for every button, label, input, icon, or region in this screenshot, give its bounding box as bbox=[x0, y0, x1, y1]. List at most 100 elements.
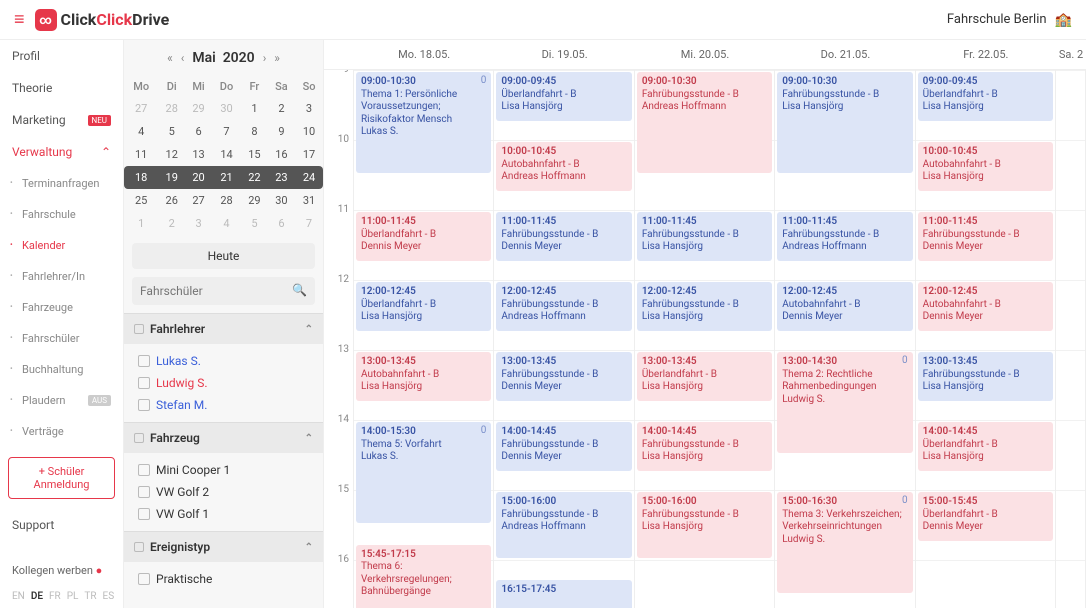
lang-de[interactable]: DE bbox=[31, 591, 43, 602]
calendar-event[interactable]: 09:00-09:45Überlandfahrt - BLisa Hansjör… bbox=[496, 72, 631, 121]
filter-item[interactable]: Praktische bbox=[128, 568, 319, 590]
mini-day[interactable]: 29 bbox=[185, 97, 212, 120]
mini-day[interactable]: 2 bbox=[268, 97, 295, 120]
nav-fahrschule[interactable]: Fahrschule bbox=[0, 199, 123, 230]
nav-kalender[interactable]: Kalender bbox=[0, 230, 123, 261]
day-column[interactable] bbox=[1056, 70, 1086, 608]
acc-teachers-header[interactable]: Fahrlehrer ⌃ bbox=[124, 313, 323, 344]
mini-day[interactable]: 16 bbox=[268, 143, 295, 166]
day-header[interactable]: Do. 21.05. bbox=[775, 40, 915, 69]
calendar-event[interactable]: 15:00-15:45Überlandfahrt - BDennis Meyer bbox=[918, 492, 1053, 541]
calendar-event[interactable]: 14:00-14:45Fahrübungsstunde - BLisa Hans… bbox=[637, 422, 772, 471]
nav-theorie[interactable]: Theorie bbox=[0, 72, 123, 104]
mini-day[interactable]: 24 bbox=[295, 166, 323, 189]
filter-item[interactable]: Stefan M. bbox=[128, 394, 319, 416]
mini-day[interactable]: 3 bbox=[185, 212, 212, 235]
mini-day[interactable]: 1 bbox=[241, 97, 268, 120]
calendar-event[interactable]: 13:00-13:45Fahrübungsstunde - BDennis Me… bbox=[496, 352, 631, 401]
jump-next-icon[interactable]: » bbox=[274, 51, 280, 65]
calendar-event[interactable]: 09:00-10:30Fahrübungsstunde - BLisa Hans… bbox=[777, 72, 912, 173]
lang-pl[interactable]: PL bbox=[67, 591, 79, 602]
calendar-event[interactable]: 13:00-13:45Autobahnfahrt - BLisa Hansjör… bbox=[356, 352, 491, 401]
calendar-event[interactable]: 12:00-12:45Fahrübungsstunde - BAndreas H… bbox=[496, 282, 631, 331]
next-month-icon[interactable]: › bbox=[263, 51, 267, 65]
day-column[interactable]: 09:00-10:30Thema 1: Persönliche Vorausse… bbox=[354, 70, 494, 608]
day-column[interactable]: 09:00-10:30Fahrübungsstunde - BLisa Hans… bbox=[775, 70, 915, 608]
day-header[interactable]: Fr. 22.05. bbox=[916, 40, 1056, 69]
mini-day[interactable]: 27 bbox=[185, 189, 212, 212]
mini-day[interactable]: 30 bbox=[212, 97, 241, 120]
lang-tr[interactable]: TR bbox=[84, 591, 96, 602]
calendar-event[interactable]: 16:15-17:45 bbox=[496, 580, 631, 608]
calendar-event[interactable]: 09:00-09:45Überlandfahrt - BLisa Hansjör… bbox=[918, 72, 1053, 121]
nav-terminanfragen[interactable]: Terminanfragen bbox=[0, 168, 123, 199]
nav-verwaltung[interactable]: Verwaltung ⌃ bbox=[0, 136, 123, 168]
menu-icon[interactable]: ≡ bbox=[14, 9, 25, 30]
nav-fahrzeuge[interactable]: Fahrzeuge bbox=[0, 292, 123, 323]
calendar-event[interactable]: 11:00-11:45Fahrübungsstunde - BDennis Me… bbox=[918, 212, 1053, 261]
today-button[interactable]: Heute bbox=[132, 243, 315, 269]
day-header[interactable]: Mi. 20.05. bbox=[635, 40, 775, 69]
calendar-event[interactable]: 13:00-13:45Überlandfahrt - BLisa Hansjör… bbox=[637, 352, 772, 401]
mini-day[interactable]: 26 bbox=[158, 189, 185, 212]
mini-day[interactable]: 11 bbox=[124, 143, 158, 166]
calendar-event[interactable]: 14:00-14:45Überlandfahrt - BLisa Hansjör… bbox=[918, 422, 1053, 471]
mini-day[interactable]: 28 bbox=[212, 189, 241, 212]
calendar-event[interactable]: 12:00-12:45Autobahnfahrt - BDennis Meyer bbox=[777, 282, 912, 331]
student-search-input[interactable] bbox=[132, 277, 315, 305]
mini-day[interactable]: 21 bbox=[212, 166, 241, 189]
mini-day[interactable]: 2 bbox=[158, 212, 185, 235]
calendar-event[interactable]: 09:00-10:30Thema 1: Persönliche Vorausse… bbox=[356, 72, 491, 173]
acc-evtype-header[interactable]: Ereignistyp ⌃ bbox=[124, 531, 323, 562]
mini-day[interactable]: 1 bbox=[124, 212, 158, 235]
lang-en[interactable]: EN bbox=[12, 591, 25, 602]
mini-day[interactable]: 7 bbox=[212, 120, 241, 143]
filter-item[interactable]: Ludwig S. bbox=[128, 372, 319, 394]
mini-day[interactable]: 5 bbox=[241, 212, 268, 235]
calendar-event[interactable]: 15:00-16:30Thema 3: Verkehrszeichen; Ver… bbox=[777, 492, 912, 593]
mini-day[interactable]: 22 bbox=[241, 166, 268, 189]
mini-day[interactable]: 13 bbox=[185, 143, 212, 166]
calendar-event[interactable]: 12:00-12:45Autobahnfahrt - BDennis Meyer bbox=[918, 282, 1053, 331]
mini-day[interactable]: 31 bbox=[295, 189, 323, 212]
mini-day[interactable]: 27 bbox=[124, 97, 158, 120]
nav-support[interactable]: Support bbox=[0, 509, 123, 541]
day-header[interactable]: Di. 19.05. bbox=[494, 40, 634, 69]
nav-vertraege[interactable]: Verträge bbox=[0, 416, 123, 447]
calendar-event[interactable]: 11:00-11:45Überlandfahrt - BDennis Meyer bbox=[356, 212, 491, 261]
mini-day[interactable]: 12 bbox=[158, 143, 185, 166]
nav-refer[interactable]: Kollegen werben ● bbox=[0, 556, 123, 585]
day-column[interactable]: 09:00-09:45Überlandfahrt - BLisa Hansjör… bbox=[494, 70, 634, 608]
school-name[interactable]: Fahrschule Berlin bbox=[947, 12, 1047, 27]
day-column[interactable]: 09:00-10:30Fahrübungsstunde - BAndreas H… bbox=[635, 70, 775, 608]
calendar-event[interactable]: 12:00-12:45Überlandfahrt - BLisa Hansjör… bbox=[356, 282, 491, 331]
nav-plaudern[interactable]: Plaudern AUS bbox=[0, 385, 123, 416]
mini-day[interactable]: 5 bbox=[158, 120, 185, 143]
day-column[interactable]: 09:00-09:45Überlandfahrt - BLisa Hansjör… bbox=[916, 70, 1056, 608]
calendar-event[interactable]: 12:00-12:45Fahrübungsstunde - BLisa Hans… bbox=[637, 282, 772, 331]
calendar-event[interactable]: 15:00-16:00Fahrübungsstunde - BLisa Hans… bbox=[637, 492, 772, 558]
day-header[interactable]: Sa. 2 bbox=[1056, 40, 1086, 69]
lang-es[interactable]: ES bbox=[103, 591, 115, 602]
mini-day[interactable]: 19 bbox=[158, 166, 185, 189]
mini-day[interactable]: 29 bbox=[241, 189, 268, 212]
mini-day[interactable]: 17 bbox=[295, 143, 323, 166]
calendar-event[interactable]: 10:00-10:45Autobahnfahrt - BLisa Hansjör… bbox=[918, 142, 1053, 191]
mini-day[interactable]: 6 bbox=[268, 212, 295, 235]
jump-prev-icon[interactable]: « bbox=[167, 51, 173, 65]
mini-day[interactable]: 7 bbox=[295, 212, 323, 235]
mini-day[interactable]: 6 bbox=[185, 120, 212, 143]
calendar-event[interactable]: 15:45-17:15Thema 6: Verkehrsregelungen; … bbox=[356, 545, 491, 608]
school-icon[interactable]: 🏫 bbox=[1055, 12, 1072, 28]
calendar-event[interactable]: 15:00-16:00Fahrübungsstunde - BAndreas H… bbox=[496, 492, 631, 558]
day-header[interactable]: Mo. 18.05. bbox=[354, 40, 494, 69]
calendar-event[interactable]: 11:00-11:45Fahrübungsstunde - BLisa Hans… bbox=[637, 212, 772, 261]
nav-buchhaltung[interactable]: Buchhaltung bbox=[0, 354, 123, 385]
enroll-button[interactable]: + Schüler Anmeldung bbox=[8, 457, 115, 499]
mini-day[interactable]: 25 bbox=[124, 189, 158, 212]
lang-fr[interactable]: FR bbox=[49, 591, 61, 602]
nav-fahrschueler[interactable]: Fahrschüler bbox=[0, 323, 123, 354]
filter-item[interactable]: Lukas S. bbox=[128, 350, 319, 372]
search-icon[interactable]: 🔍 bbox=[292, 283, 307, 297]
month-label[interactable]: Mai 2020 bbox=[192, 50, 254, 66]
